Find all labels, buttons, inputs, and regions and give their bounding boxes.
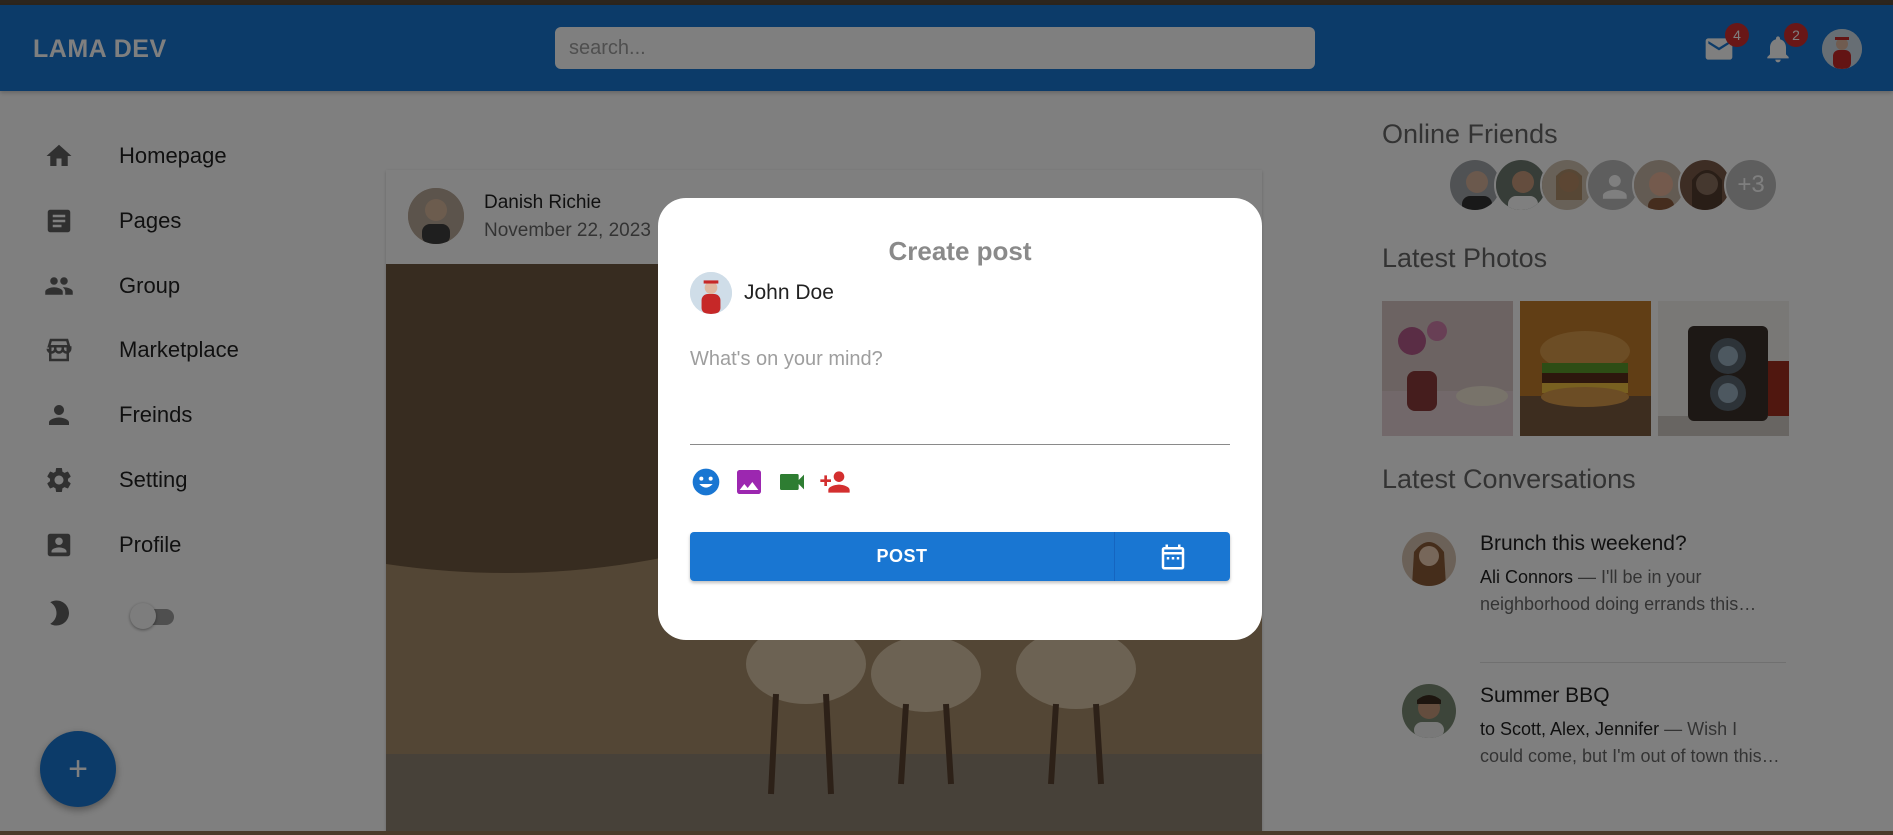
image-button[interactable] (733, 466, 765, 498)
modal-user-name: John Doe (744, 281, 834, 304)
person-add-icon (820, 471, 850, 493)
post-button[interactable]: POST (690, 532, 1115, 581)
post-tools (690, 466, 862, 498)
window-bottom-edge (0, 831, 1893, 835)
image-icon (737, 470, 761, 494)
tag-person-button[interactable] (819, 466, 851, 498)
post-text-field[interactable] (690, 348, 1230, 445)
schedule-button[interactable] (1115, 532, 1230, 581)
modal-user-avatar (690, 272, 732, 314)
video-button[interactable] (776, 466, 808, 498)
create-post-modal: Create post John Doe POST (658, 198, 1262, 640)
calendar-icon (1161, 544, 1184, 569)
post-button-group: POST (690, 532, 1230, 581)
modal-user: John Doe (690, 272, 834, 314)
emoji-button[interactable] (690, 466, 722, 498)
emoji-icon (692, 468, 720, 496)
modal-title: Create post (888, 236, 1032, 266)
video-camera-icon (780, 474, 804, 490)
post-textarea[interactable] (690, 348, 1230, 428)
